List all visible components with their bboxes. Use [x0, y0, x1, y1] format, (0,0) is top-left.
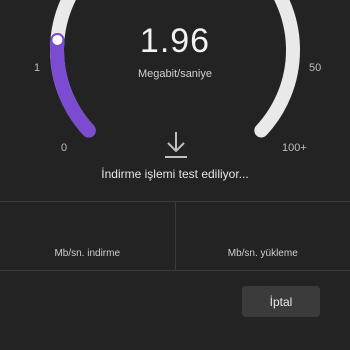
speed-unit: Megabit/saniye: [138, 68, 212, 80]
cancel-button[interactable]: İptal: [242, 286, 320, 317]
results-panel: Mb/sn. indirme Mb/sn. yükleme: [0, 201, 350, 271]
speed-test-screen: 1.96 Megabit/saniye 1 50 0 100+ İndirme …: [0, 0, 350, 350]
gauge-tick-min: 0: [61, 142, 68, 154]
download-result-label: Mb/sn. indirme: [54, 248, 121, 259]
speed-gauge: 1.96 Megabit/saniye 1 50 0 100+ İndirme …: [0, 0, 350, 200]
download-result: Mb/sn. indirme: [0, 202, 175, 270]
gauge-tick-high: 50: [309, 62, 322, 74]
upload-result: Mb/sn. yükleme: [174, 202, 350, 270]
status-text: İndirme işlemi test ediliyor...: [101, 167, 249, 181]
gauge-tick-max: 100+: [282, 142, 307, 154]
gauge-track: [50, 0, 300, 138]
gauge-tick-low: 1: [34, 62, 41, 74]
download-icon: [165, 132, 187, 158]
upload-result-label: Mb/sn. yükleme: [227, 248, 298, 259]
speed-value: 1.96: [139, 22, 211, 60]
